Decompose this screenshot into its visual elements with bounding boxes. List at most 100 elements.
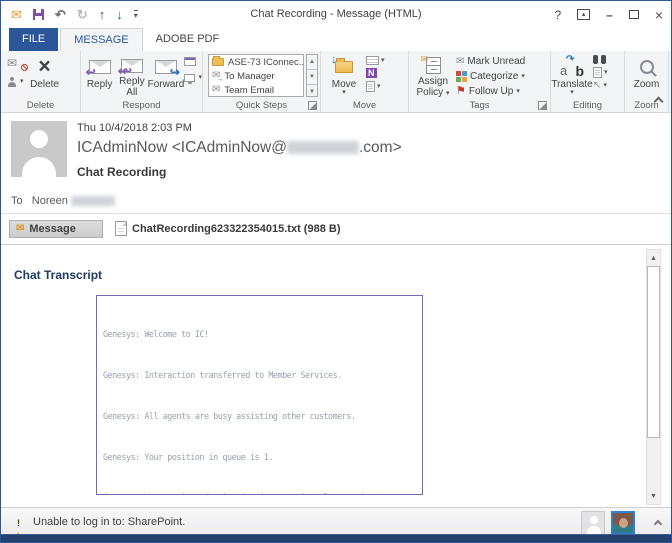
mail-icon[interactable]: ✉: [11, 8, 22, 21]
expand-people-pane-icon[interactable]: [654, 520, 662, 528]
meeting-icon[interactable]: [184, 57, 196, 66]
recipient-row[interactable]: To Noreen: [11, 195, 115, 207]
group-label-respond: Respond: [81, 100, 202, 111]
close-button[interactable]: ×: [655, 7, 663, 23]
ignore-icon[interactable]: ✉: [7, 57, 24, 69]
attachment-item[interactable]: ChatRecording623322354015.txt (988 B): [115, 221, 340, 236]
window-controls: ? ▴ – ×: [554, 1, 663, 28]
move-button[interactable]: ↓ Move ▾: [326, 53, 362, 98]
redacted-recipient-name: [71, 196, 115, 206]
scrollbar-thumb[interactable]: [647, 266, 660, 438]
chat-transcript-heading: Chat Transcript: [14, 268, 102, 282]
contact-avatar-silhouette[interactable]: [581, 511, 605, 535]
categorize-icon: [456, 71, 467, 82]
outlook-message-window: ✉ ↶ ↻ ↑ ↓ ▾ Chat Recording - Message (HT…: [0, 0, 672, 543]
message-header: Thu 10/4/2018 2:03 PM ICAdminNow <ICAdmi…: [1, 113, 671, 213]
delete-button[interactable]: × Delete: [24, 53, 66, 98]
sender-address[interactable]: ICAdminNow <ICAdminNow@.com>: [77, 139, 402, 157]
reply-all-envelope-icon: ↩↩: [121, 59, 143, 73]
transcript-line: Genesys: All agents are busy assisting o…: [103, 410, 422, 424]
window-bottom-edge: [1, 534, 671, 542]
quick-steps-gallery: ASE-73 IConnec... ✉ To Manager ✉ Team Em…: [208, 54, 304, 97]
assign-policy-icon: ✉: [426, 57, 441, 74]
mark-unread-button[interactable]: ✉ Mark Unread: [456, 55, 525, 68]
select-button[interactable]: ↖▾: [593, 81, 608, 91]
message-date: Thu 10/4/2018 2:03 PM: [77, 122, 192, 134]
translate-icon: a ↷ b: [560, 58, 584, 76]
previous-item-icon[interactable]: ↑: [99, 8, 106, 21]
related-button[interactable]: ▾: [593, 67, 608, 78]
message-subject: Chat Recording: [77, 165, 166, 179]
select-cursor-icon: ↖: [593, 81, 601, 91]
rules-button[interactable]: ▾: [366, 56, 385, 65]
find-binoculars-icon: [593, 55, 606, 64]
ribbon-tab-row: FILE MESSAGE ADOBE PDF: [1, 28, 671, 51]
folder-move-icon: [212, 58, 224, 66]
ribbon-group-delete: ✉ ▾ × Delete Delete: [1, 51, 81, 112]
assign-policy-button[interactable]: ✉ Assign Policy ▾: [412, 53, 454, 98]
follow-up-button[interactable]: ⚑ Follow Up▾: [456, 85, 525, 98]
gallery-scroll-down[interactable]: ▼: [307, 70, 317, 85]
more-respond-actions-button[interactable]: ▾: [184, 71, 202, 85]
find-button[interactable]: [593, 55, 608, 64]
categorize-button[interactable]: Categorize▾: [456, 70, 525, 83]
transcript-line: Genesys: Your position in queue is 1.: [103, 451, 422, 465]
onenote-button[interactable]: N: [366, 68, 385, 78]
chat-transcript-box: Genesys: Welcome to IC! Genesys: Interac…: [96, 295, 423, 495]
translate-button[interactable]: a ↷ b Translate ▾: [553, 53, 591, 98]
gallery-scroll-up[interactable]: ▲: [307, 55, 317, 70]
scrollbar-down-arrow[interactable]: ▼: [647, 488, 660, 504]
ribbon: ✉ ▾ × Delete Delete ↩ Reply: [1, 51, 671, 113]
maximize-button[interactable]: [629, 10, 639, 19]
junk-button[interactable]: ▾: [7, 75, 24, 89]
quick-steps-dialog-launcher[interactable]: [308, 101, 317, 110]
group-label-tags: Tags: [409, 100, 550, 111]
quick-step-item[interactable]: ✉ To Manager: [209, 69, 303, 83]
actions-icon: [366, 81, 375, 92]
ribbon-display-options-button[interactable]: ▴: [577, 9, 590, 20]
ribbon-group-quick-steps: ASE-73 IConnec... ✉ To Manager ✉ Team Em…: [203, 51, 321, 112]
junk-person-icon: [7, 77, 17, 87]
attachment-bar: ✉ Message ChatRecording623322354015.txt …: [1, 214, 671, 243]
help-button[interactable]: ?: [554, 8, 561, 22]
reply-all-button[interactable]: ↩↩ Reply All: [116, 53, 147, 98]
zoom-magnifier-icon: [640, 60, 654, 74]
to-manager-icon: ✉: [212, 71, 220, 81]
rules-icon: [366, 56, 379, 65]
quick-access-toolbar: ✉ ↶ ↻ ↑ ↓ ▾: [11, 1, 138, 28]
tab-adobe-pdf[interactable]: ADOBE PDF: [143, 28, 233, 51]
quick-steps-scroll: ▲ ▼ ▼: [306, 54, 318, 97]
text-file-icon: [115, 221, 127, 236]
tab-file[interactable]: FILE: [9, 28, 58, 51]
minimize-button[interactable]: –: [606, 8, 613, 22]
contact-avatar-photo[interactable]: [611, 511, 635, 535]
message-envelope-icon: ✉: [16, 224, 24, 234]
reply-button[interactable]: ↩ Reply: [84, 53, 115, 98]
follow-up-flag-icon: ⚑: [456, 86, 466, 97]
message-view-tab[interactable]: ✉ Message: [9, 220, 103, 238]
zoom-button[interactable]: Zoom: [627, 53, 667, 98]
gallery-more-button[interactable]: ▼: [307, 85, 317, 99]
transcript-line: Genesys: Your estimated wait time is app…: [103, 491, 422, 495]
tab-message[interactable]: MESSAGE: [60, 28, 142, 51]
related-icon: [593, 67, 602, 78]
window-title: Chat Recording - Message (HTML): [121, 1, 551, 28]
actions-button[interactable]: ▾: [366, 81, 385, 92]
reply-envelope-icon: ↩: [89, 60, 111, 74]
redacted-domain: [287, 141, 359, 154]
ribbon-group-move: ↓ Move ▾ ▾ N ▾ Move: [321, 51, 409, 112]
transcript-line: Genesys: Welcome to IC!: [103, 328, 422, 342]
quick-step-item[interactable]: ✉ Team Email: [209, 83, 303, 97]
warning-icon: !: [11, 515, 26, 528]
group-label-editing: Editing: [551, 100, 624, 111]
quick-step-item[interactable]: ASE-73 IConnec...: [209, 55, 303, 69]
forward-button[interactable]: ↪ Forward: [148, 53, 183, 98]
group-label-delete: Delete: [1, 100, 80, 111]
group-label-move: Move: [321, 100, 408, 111]
forward-envelope-icon: ↪: [155, 60, 177, 74]
body-scrollbar[interactable]: ▲ ▼: [646, 249, 661, 505]
save-icon[interactable]: [33, 9, 44, 20]
tags-dialog-launcher[interactable]: [538, 101, 547, 110]
undo-icon[interactable]: ↶: [55, 8, 66, 21]
scrollbar-up-arrow[interactable]: ▲: [647, 250, 660, 266]
